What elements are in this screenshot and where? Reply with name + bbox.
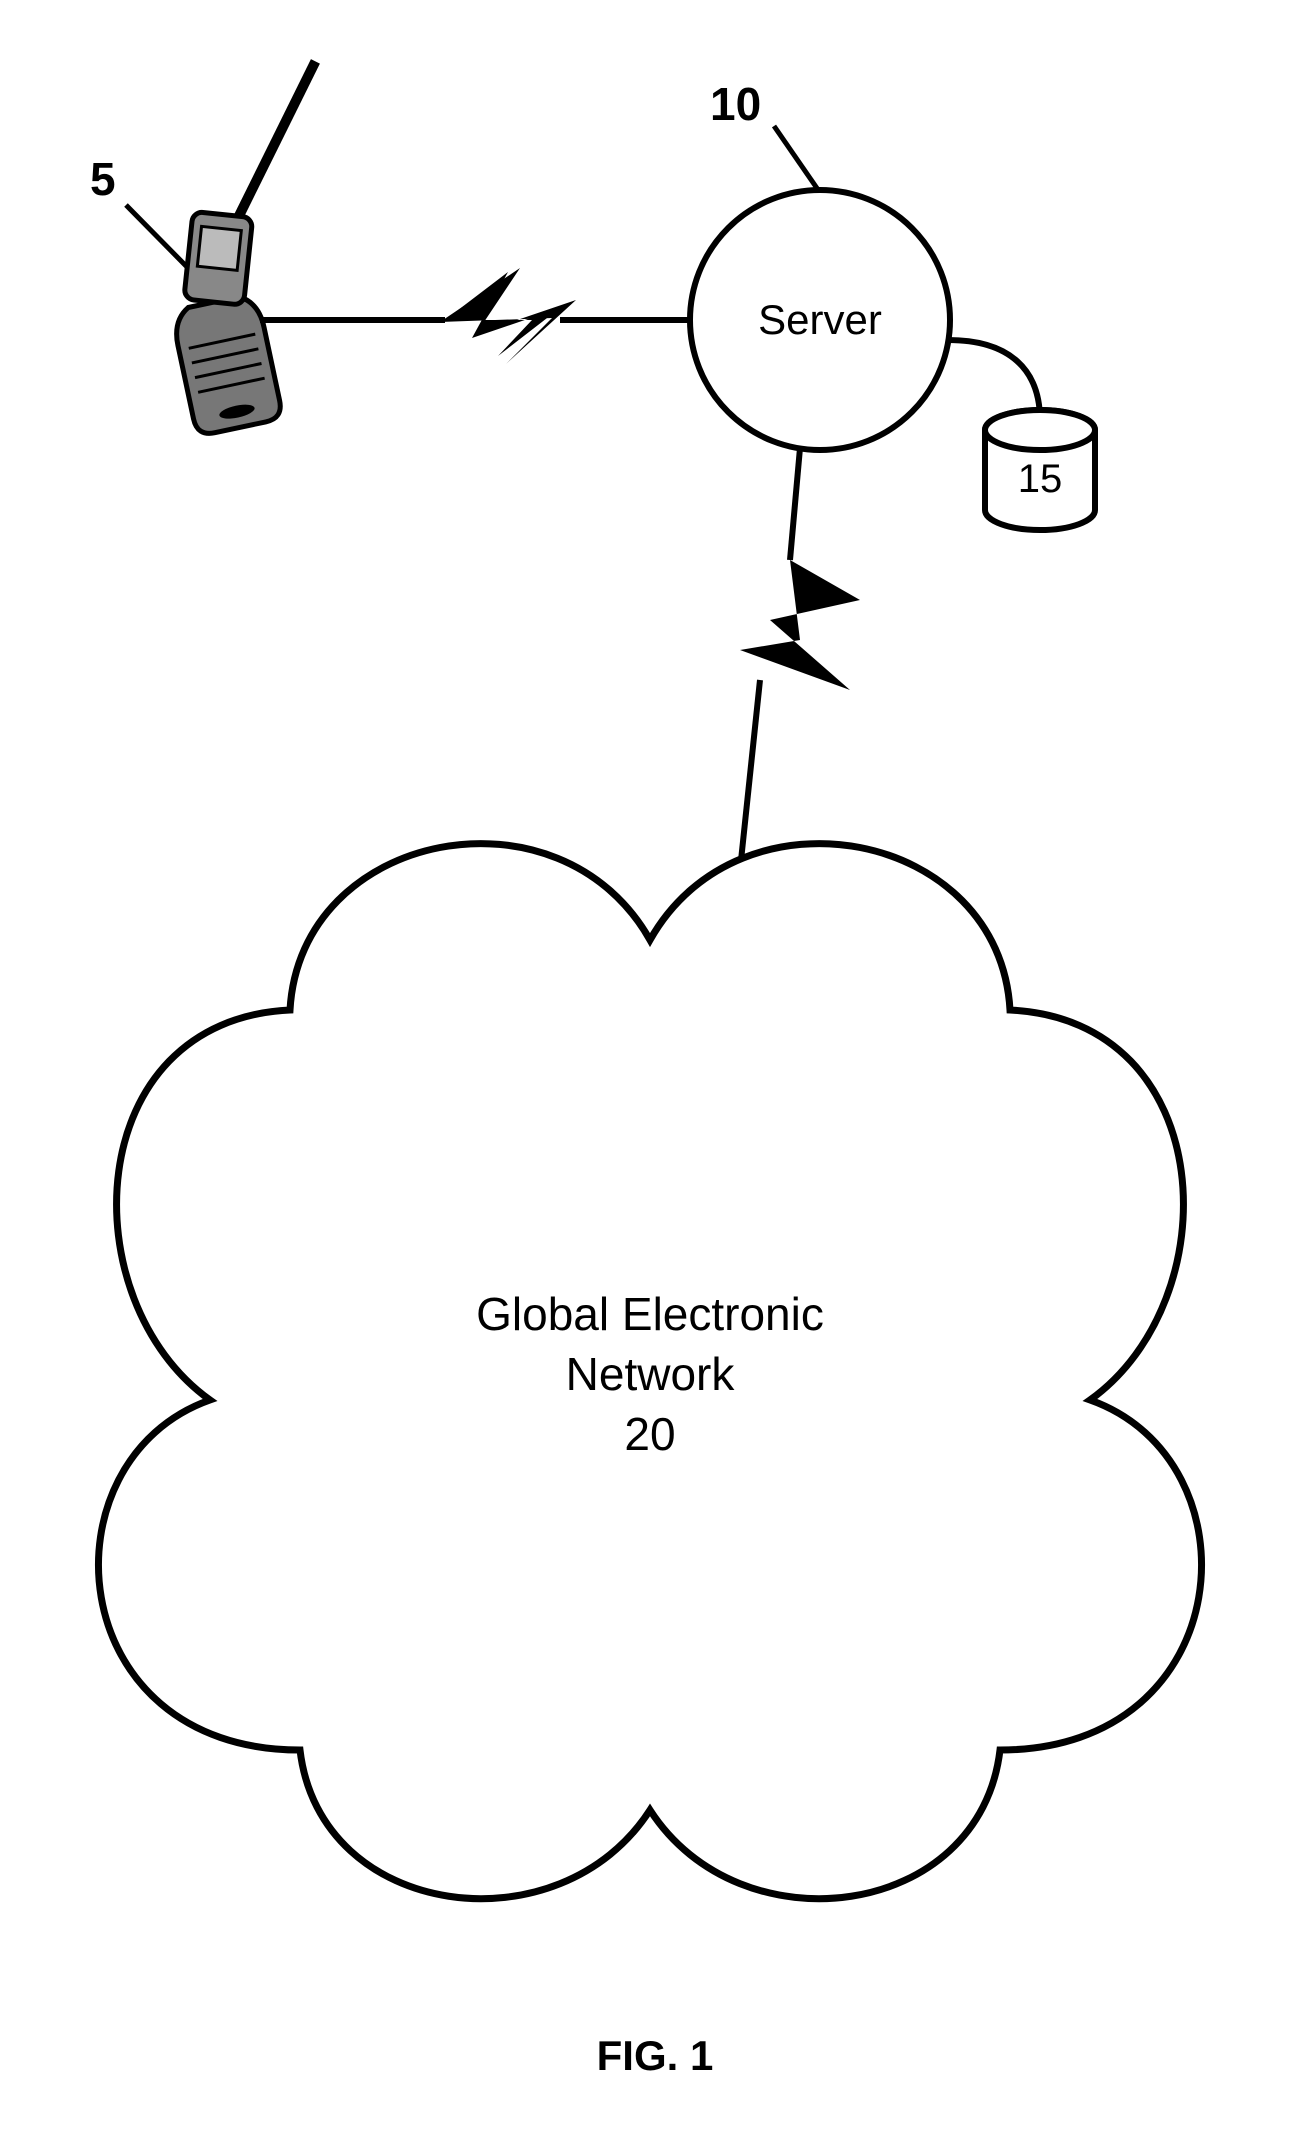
network-label-line2: Network	[566, 1348, 736, 1400]
network-cloud: Global Electronic Network 20	[98, 844, 1201, 1899]
server-label: Server	[758, 296, 882, 343]
server-node: 10 Server	[690, 78, 950, 450]
server-ref-label: 10	[710, 78, 761, 130]
wireless-link-server-network	[740, 448, 860, 870]
network-label-line1: Global Electronic	[476, 1288, 824, 1340]
figure-caption: FIG. 1	[597, 2032, 714, 2079]
mobile-phone-icon: 5	[90, 29, 387, 436]
database-icon: 15	[948, 340, 1095, 530]
figure-1-diagram: 5 10 Server	[0, 0, 1309, 2133]
mobile-ref-label: 5	[90, 153, 116, 205]
wireless-link-phone-server	[260, 268, 690, 364]
database-ref-label: 15	[1018, 457, 1063, 501]
network-ref-label: 20	[624, 1408, 675, 1460]
